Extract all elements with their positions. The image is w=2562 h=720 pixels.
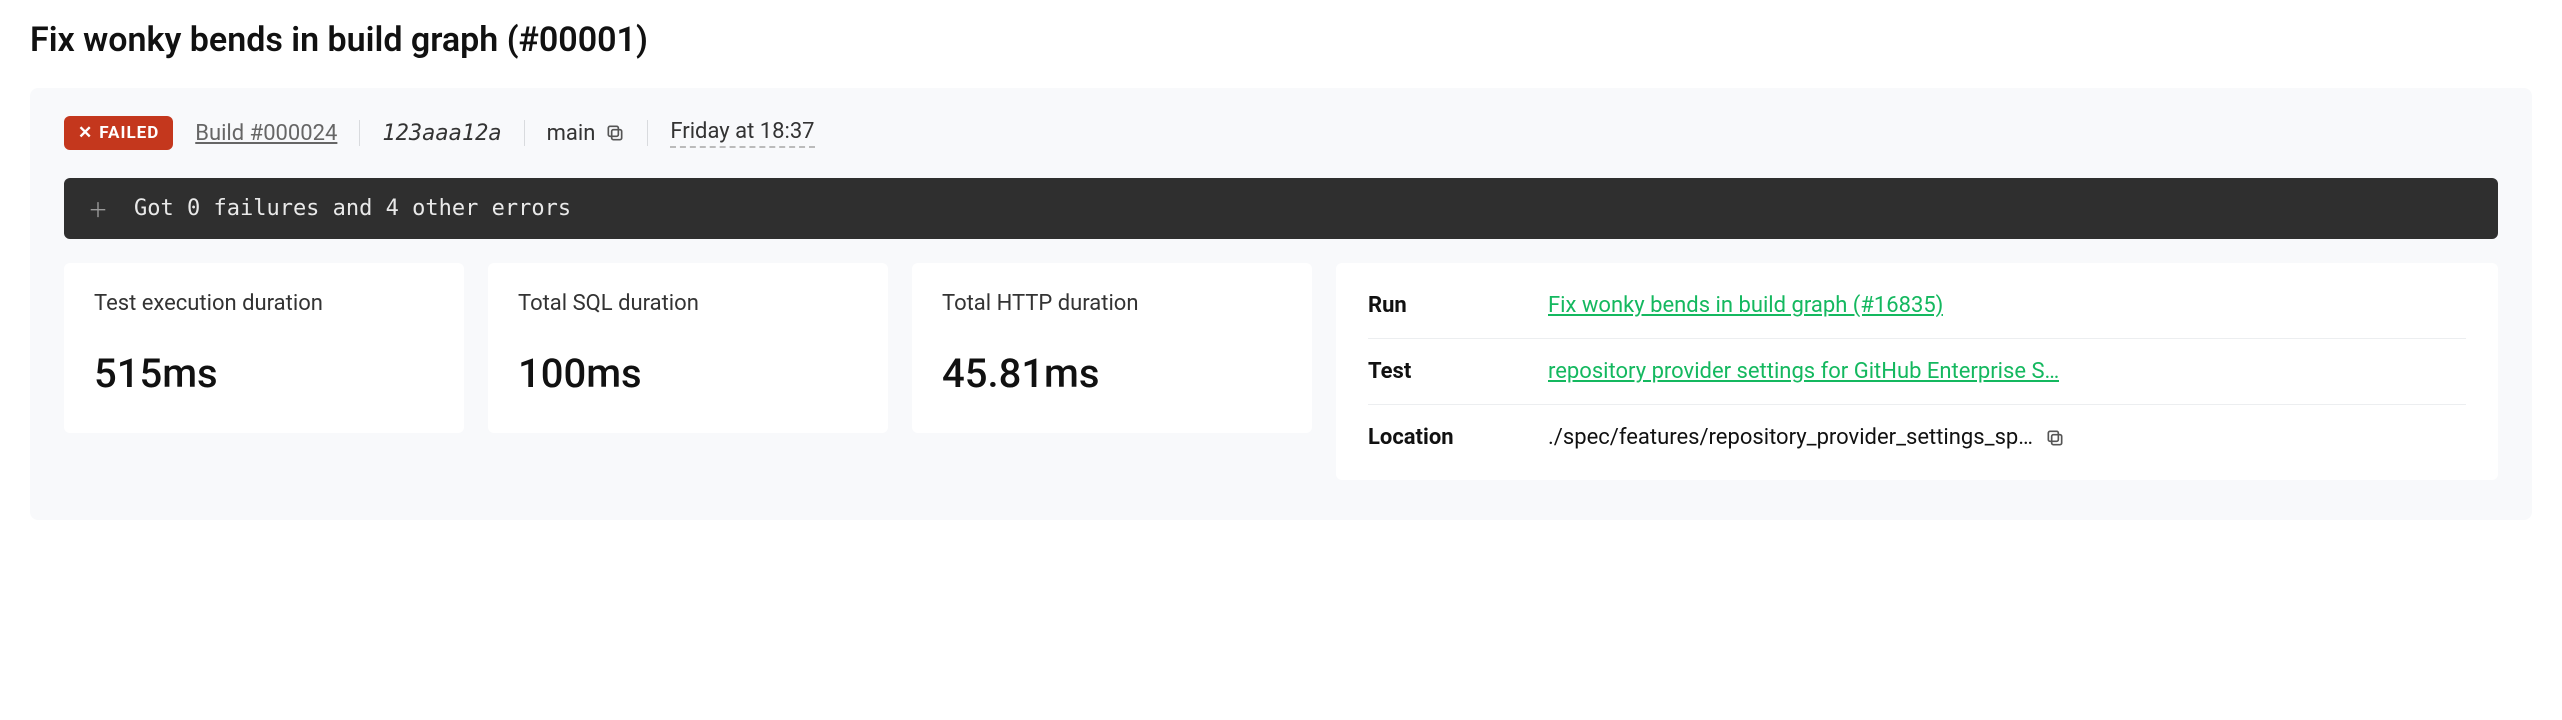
- stat-label: Total HTTP duration: [942, 291, 1282, 316]
- stat-card-exec: Test execution duration 515ms: [64, 263, 464, 433]
- branch-group: main: [525, 121, 648, 146]
- stat-label: Test execution duration: [94, 291, 434, 316]
- expand-icon[interactable]: ＋: [88, 194, 108, 223]
- meta-row: ✕ FAILED Build #000024 123aaa12a main Fr…: [64, 116, 2498, 150]
- stat-card-sql: Total SQL duration 100ms: [488, 263, 888, 433]
- build-link[interactable]: Build #000024: [173, 121, 359, 146]
- x-icon: ✕: [78, 123, 93, 143]
- info-label: Run: [1368, 293, 1528, 318]
- stat-card-http: Total HTTP duration 45.81ms: [912, 263, 1312, 433]
- branch-name: main: [547, 121, 596, 146]
- stat-value: 100ms: [518, 350, 858, 397]
- error-bar: ＋ Got 0 failures and 4 other errors: [64, 178, 2498, 239]
- stat-label: Total SQL duration: [518, 291, 858, 316]
- commit-hash: 123aaa12a: [360, 121, 523, 146]
- test-link[interactable]: repository provider settings for GitHub …: [1548, 359, 2059, 384]
- copy-icon[interactable]: [605, 123, 625, 143]
- info-panel: Run Fix wonky bends in build graph (#168…: [1336, 263, 2498, 480]
- info-row-test: Test repository provider settings for Gi…: [1368, 339, 2466, 405]
- run-link[interactable]: Fix wonky bends in build graph (#16835): [1548, 293, 1943, 318]
- stat-value: 45.81ms: [942, 350, 1282, 397]
- status-label: FAILED: [99, 123, 159, 143]
- location-path: ./spec/features/repository_provider_sett…: [1548, 425, 2033, 450]
- timestamp: Friday at 18:37: [670, 119, 814, 148]
- build-panel: ✕ FAILED Build #000024 123aaa12a main Fr…: [30, 88, 2532, 520]
- page-title: Fix wonky bends in build graph (#00001): [30, 20, 2532, 60]
- stat-value: 515ms: [94, 350, 434, 397]
- info-label: Location: [1368, 425, 1528, 450]
- info-label: Test: [1368, 359, 1528, 384]
- status-badge: ✕ FAILED: [64, 116, 173, 150]
- timestamp-wrap: Friday at 18:37: [648, 119, 836, 148]
- error-message: Got 0 failures and 4 other errors: [134, 196, 571, 221]
- info-row-run: Run Fix wonky bends in build graph (#168…: [1368, 273, 2466, 339]
- copy-icon[interactable]: [2045, 428, 2065, 448]
- info-row-location: Location ./spec/features/repository_prov…: [1368, 405, 2466, 470]
- content-row: Test execution duration 515ms Total SQL …: [64, 263, 2498, 480]
